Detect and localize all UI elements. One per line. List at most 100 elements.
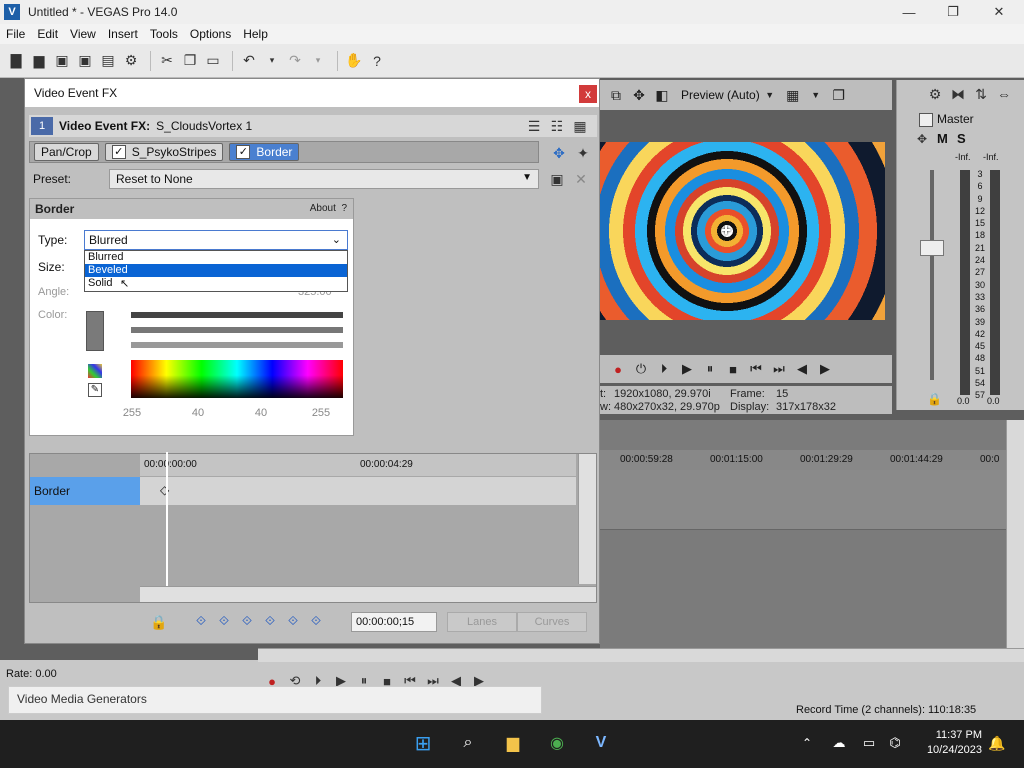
chevron-up-icon[interactable]: ⌃	[794, 730, 820, 756]
checkbox-icon[interactable]: ✓	[236, 145, 251, 159]
mute-button[interactable]: M	[937, 131, 948, 146]
color-value-a[interactable]: 255	[301, 407, 341, 419]
paste-icon[interactable]: ▭	[203, 51, 223, 71]
color-value-g[interactable]: 40	[178, 407, 218, 419]
search-icon[interactable]: ⌕	[455, 730, 481, 756]
list-view-icon[interactable]: ☰	[524, 116, 544, 136]
chain-psyko-stripes[interactable]: ✓ S_PsykoStripes	[104, 143, 224, 161]
grid-view-icon[interactable]: ▦	[570, 116, 590, 136]
eyedropper-icon[interactable]: ✎	[88, 383, 102, 397]
gear-icon[interactable]: ⚙	[925, 84, 945, 104]
record-icon[interactable]: ●	[608, 359, 628, 379]
restore-button[interactable]: ❐	[930, 0, 976, 24]
keyframe-horizontal-scrollbar[interactable]	[140, 586, 596, 602]
next-frame-icon[interactable]: ⏭	[769, 359, 789, 379]
file-explorer-icon[interactable]: ▆	[500, 730, 526, 756]
color-spectrum[interactable]	[131, 360, 343, 398]
lock-icon[interactable]: 🔒	[927, 392, 942, 406]
chevron-down-icon[interactable]: ▼	[806, 85, 826, 105]
chain-border[interactable]: ✓ Border	[229, 143, 300, 161]
save-icon[interactable]: ▣	[52, 51, 72, 71]
menu-file[interactable]: File	[0, 27, 31, 41]
menu-view[interactable]: View	[64, 27, 102, 41]
copy-snapshot-icon[interactable]: ❐	[829, 85, 849, 105]
sync-cursor-lock-icon[interactable]: 🔒	[149, 612, 169, 632]
system-clock[interactable]: 11:37 PM 10/24/2023	[908, 728, 982, 758]
menu-edit[interactable]: Edit	[31, 27, 64, 41]
undo-dropdown-icon[interactable]: ▾	[262, 51, 282, 71]
menu-help[interactable]: Help	[237, 27, 274, 41]
first-keyframe-icon[interactable]: ⟐	[191, 611, 211, 631]
timeline-vertical-scrollbar[interactable]	[1006, 420, 1024, 648]
previous-keyframe-icon[interactable]: ⟐	[214, 611, 234, 631]
keyframe-track-label[interactable]: Border	[30, 477, 140, 505]
chain-pan-crop[interactable]: Pan/Crop	[34, 143, 99, 161]
preset-dropdown[interactable]: Reset to None ▼	[109, 169, 539, 189]
keyframe-vertical-scrollbar[interactable]	[578, 454, 596, 584]
type-dropdown[interactable]: Blurred ⌄	[84, 230, 348, 250]
redo-dropdown-icon[interactable]: ▾	[308, 51, 328, 71]
whats-this-help-icon[interactable]: ?	[367, 51, 387, 71]
solo-button[interactable]: S	[957, 131, 966, 146]
fx-close-button[interactable]: x	[579, 85, 597, 103]
next-keyframe-icon[interactable]: ⟐	[237, 611, 257, 631]
timeline-track[interactable]	[600, 470, 1010, 530]
cloud-icon[interactable]: ☁	[826, 730, 852, 756]
grid-icon[interactable]: ▦	[783, 85, 803, 105]
play-from-start-icon[interactable]: ⏵	[654, 359, 674, 379]
master-fx-icon[interactable]: ✥	[917, 132, 927, 146]
master-checkbox[interactable]	[919, 113, 933, 127]
curves-button[interactable]: Curves	[517, 612, 587, 632]
delete-keyframe-icon[interactable]: ⟐	[306, 611, 326, 631]
menu-tools[interactable]: Tools	[144, 27, 184, 41]
master-fader-handle[interactable]	[920, 240, 944, 256]
network-icon[interactable]: ⌬	[882, 730, 908, 756]
video-fx-icon[interactable]: ✥	[629, 85, 649, 105]
menu-options[interactable]: Options	[184, 27, 237, 41]
chrome-icon[interactable]: ◉	[544, 730, 570, 756]
color-slider-1[interactable]	[131, 312, 343, 318]
dim-icon[interactable]: ⇅	[971, 84, 991, 104]
color-value-b[interactable]: 40	[241, 407, 281, 419]
step-back-icon[interactable]: ◀	[792, 359, 812, 379]
copy-icon[interactable]: ❐	[180, 51, 200, 71]
properties-gear-icon[interactable]: ⚙	[121, 51, 141, 71]
open-folder-icon[interactable]: ▆	[29, 51, 49, 71]
display-icon[interactable]: ▭	[856, 730, 882, 756]
split-icon[interactable]: ⇔	[994, 84, 1014, 104]
pause-icon[interactable]: ⏸	[700, 359, 720, 379]
color-mode-icon[interactable]	[88, 364, 102, 378]
stop-icon[interactable]: ■	[723, 359, 743, 379]
notification-bell-icon[interactable]: 🔔	[984, 730, 1010, 756]
last-keyframe-icon[interactable]: ⟐	[260, 611, 280, 631]
about-link[interactable]: About ?	[310, 203, 347, 214]
save-as-icon[interactable]: ▣	[75, 51, 95, 71]
type-option-blurred[interactable]: Blurred	[85, 251, 347, 264]
menu-insert[interactable]: Insert	[102, 27, 144, 41]
chevron-down-icon[interactable]: ▼	[760, 85, 780, 105]
keyframe-ruler[interactable]: 00:00:00:00 00:00:04:29	[140, 454, 576, 476]
preview-quality-dropdown[interactable]: Preview (Auto)	[681, 88, 760, 102]
overlays-icon[interactable]: ◧	[652, 85, 672, 105]
fx-plugin-chain-icon[interactable]: ✥	[549, 143, 569, 163]
color-slider-3[interactable]	[131, 342, 343, 348]
timeline-ruler[interactable]: 00:00:59:28 00:01:15:00 00:01:29:29 00:0…	[600, 450, 1010, 470]
play-icon[interactable]: ▶	[677, 359, 697, 379]
minimize-button[interactable]: —	[886, 0, 932, 24]
keyframe-time-field[interactable]: 00:00:00;15	[351, 612, 437, 632]
previous-frame-icon[interactable]: ⏮	[746, 359, 766, 379]
color-slider-2[interactable]	[131, 327, 343, 333]
type-option-beveled[interactable]: Beveled	[85, 264, 347, 277]
split-screen-icon[interactable]: ⧉	[606, 85, 626, 105]
detail-view-icon[interactable]: ☷	[547, 116, 567, 136]
color-value-r[interactable]: 255	[112, 407, 152, 419]
undo-icon[interactable]: ↶	[239, 51, 259, 71]
delete-preset-icon[interactable]: ✕	[571, 169, 591, 189]
explore-icon[interactable]: ✋	[344, 51, 364, 71]
add-keyframe-icon[interactable]: ⟐	[283, 611, 303, 631]
timeline-horizontal-scrollbar[interactable]	[258, 648, 1024, 662]
new-file-icon[interactable]: ▇	[6, 51, 26, 71]
video-preview[interactable]	[600, 142, 885, 320]
checkbox-icon[interactable]: ✓	[111, 145, 126, 159]
step-forward-icon[interactable]: ▶	[815, 359, 835, 379]
